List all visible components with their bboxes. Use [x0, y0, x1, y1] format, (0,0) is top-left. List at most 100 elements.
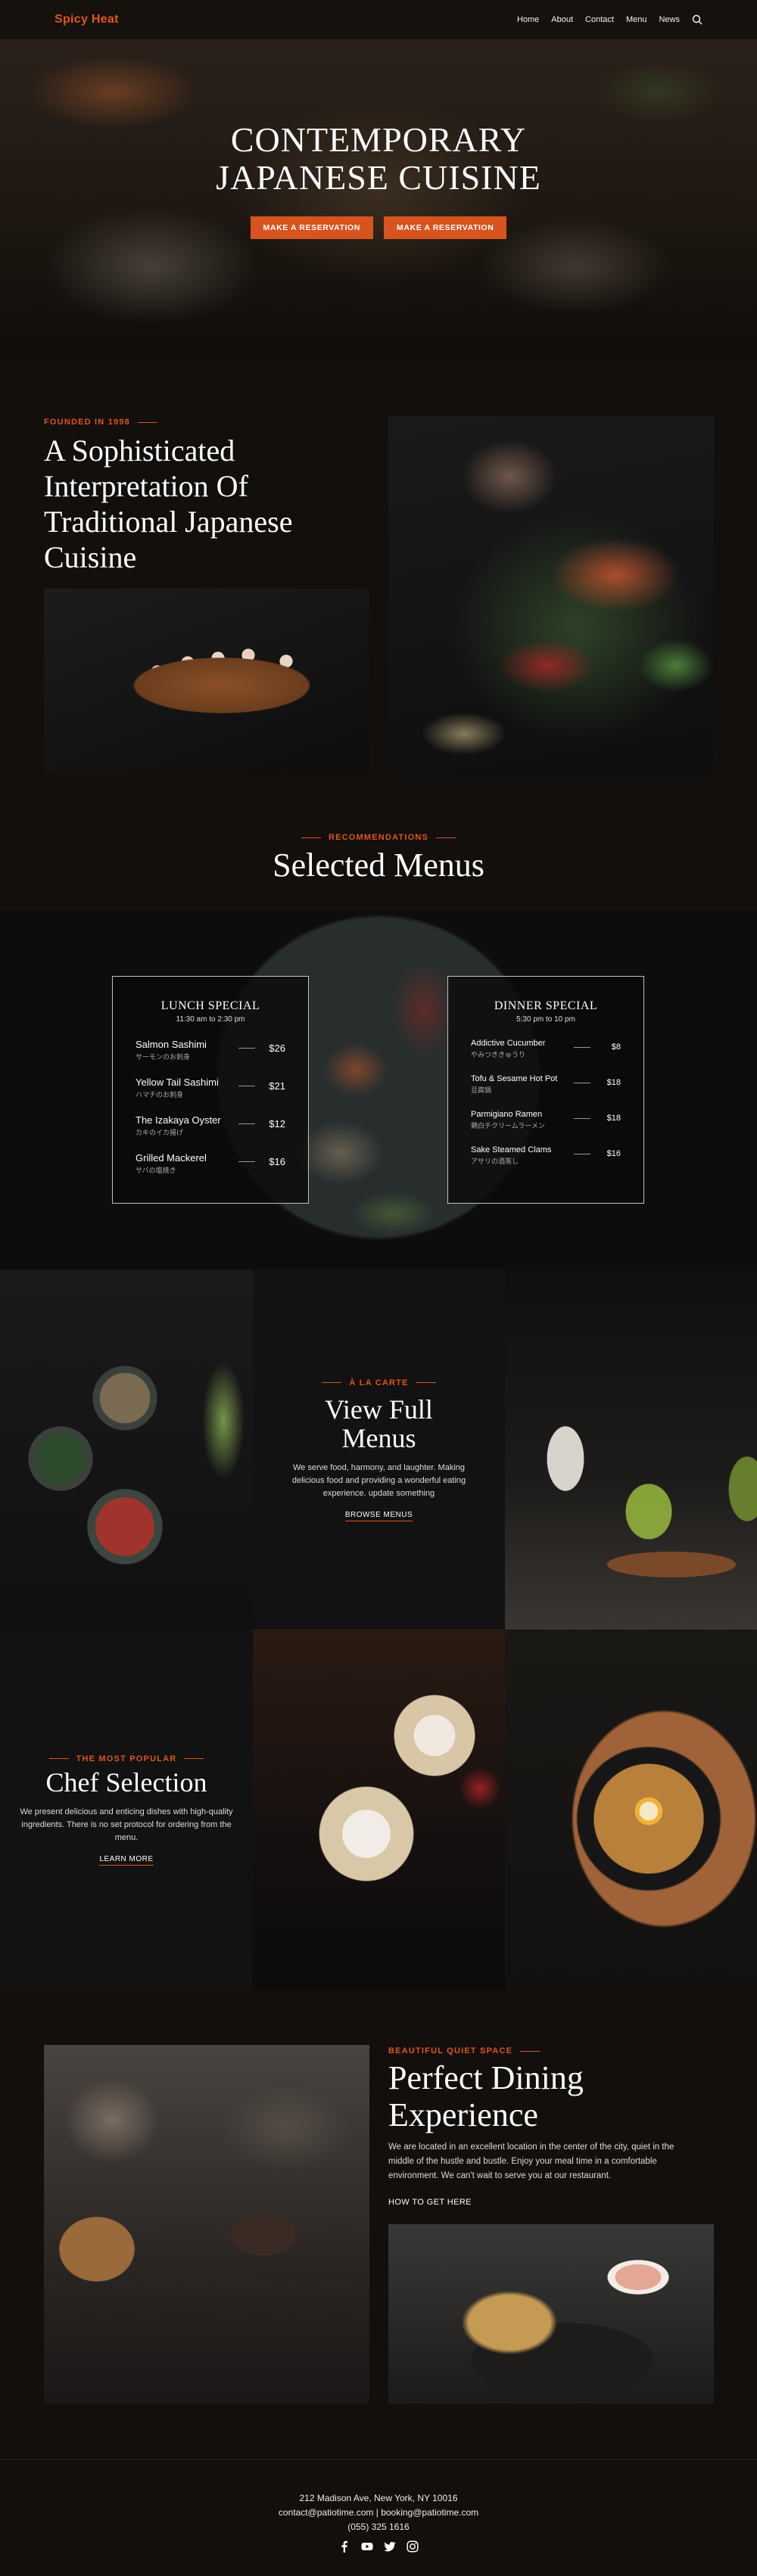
menu-item: Parmigiano Ramen 鶏白チクリームラーメン $18 — [471, 1110, 621, 1130]
menu-item: The Izakaya Oyster カキのイカ揚げ $12 — [136, 1114, 285, 1137]
lunch-special-card: LUNCH SPECIAL 11:30 am to 2:30 pm Salmon… — [112, 976, 309, 1204]
dining-title: Perfect Dining Experience — [388, 2059, 584, 2133]
learn-more-link[interactable]: LEARN MORE — [99, 1855, 154, 1866]
menu-item-subtitle: 豆腐鍋 — [471, 1086, 492, 1094]
condiment-bowls-photo — [0, 1269, 253, 1630]
selected-menus-band: LUNCH SPECIAL 11:30 am to 2:30 pm Salmon… — [0, 911, 757, 1269]
chef-eyebrow: THE MOST POPULAR — [48, 1754, 204, 1763]
menu-item-name: Sake Steamed Clams — [471, 1145, 552, 1154]
site-footer: 212 Madison Ave, New York, NY 10016 cont… — [0, 2459, 757, 2576]
menu-item-name: Parmigiano Ramen — [471, 1110, 543, 1119]
menu-item-subtitle: やみつききゅうり — [471, 1051, 526, 1058]
menu-item-name: Salmon Sashimi — [136, 1039, 207, 1050]
site-header: Spicy Heat Home About Contact Menu News — [0, 0, 757, 39]
sushi-roll-photo — [253, 1630, 505, 1990]
dinner-special-card: DINNER SPECIAL 5:30 pm to 10 pm Addictiv… — [447, 976, 644, 1204]
footer-phone: (055) 325 1616 — [347, 2522, 410, 2532]
facebook-icon[interactable] — [338, 2540, 350, 2553]
hero-title-line1: CONTEMPORARY — [230, 120, 527, 159]
menu-item-divider — [574, 1046, 590, 1048]
twitter-icon[interactable] — [384, 2540, 396, 2553]
footer-emails: contact@patiotime.com | booking@patiotim… — [278, 2507, 479, 2518]
menu-item: Grilled Mackerel サバの塩焼き $16 — [136, 1152, 285, 1175]
nav-contact[interactable]: Contact — [585, 15, 614, 24]
alacarte-description: We serve food, harmony, and laughter. Ma… — [291, 1462, 466, 1498]
eyebrow-line — [436, 837, 456, 838]
menu-item-price: $18 — [606, 1078, 621, 1087]
lunch-card-hours: 11:30 am to 2:30 pm — [176, 1015, 245, 1024]
eyebrow-line — [416, 1382, 436, 1383]
menu-item-price: $18 — [606, 1114, 621, 1123]
eyebrow-line — [322, 1382, 342, 1383]
alacarte-title: View Full Menus — [325, 1394, 433, 1453]
main-nav: Home About Contact Menu News — [517, 14, 702, 25]
menu-item-name: Tofu & Sesame Hot Pot — [471, 1074, 558, 1083]
nav-news[interactable]: News — [659, 15, 680, 24]
menu-item-price: $21 — [269, 1080, 285, 1092]
menu-item: Addictive Cucumber やみつききゅうり $8 — [471, 1039, 621, 1059]
ramen-bowl-photo — [505, 1630, 757, 1990]
alacarte-eyebrow-text: À LA CARTE — [349, 1378, 409, 1387]
nav-menu[interactable]: Menu — [626, 15, 647, 24]
instagram-icon[interactable] — [407, 2540, 419, 2553]
dining-table-photo — [44, 2045, 369, 2404]
alacarte-block: À LA CARTE View Full Menus We serve food… — [253, 1269, 505, 1630]
nav-about[interactable]: About — [551, 15, 573, 24]
menu-item-name: Grilled Mackerel — [136, 1152, 207, 1164]
menu-item-subtitle: サーモンのお刺身 — [136, 1053, 191, 1061]
eyebrow-line — [48, 1758, 69, 1759]
chef-title: Chef Selection — [45, 1767, 207, 1798]
menu-item: Yellow Tail Sashimi ハマチのお刺身 $21 — [136, 1077, 285, 1099]
menu-item-price: $16 — [269, 1156, 285, 1167]
chef-selection-block: THE MOST POPULAR Chef Selection We prese… — [0, 1630, 253, 1990]
matcha-drinks-photo — [505, 1269, 757, 1630]
eyebrow-line — [184, 1758, 204, 1759]
recommendations-eyebrow-text: RECOMMENDATIONS — [328, 833, 429, 842]
dinner-card-title: DINNER SPECIAL — [494, 999, 598, 1012]
social-links — [0, 2540, 757, 2553]
browse-menus-link[interactable]: BROWSE MENUS — [344, 1511, 413, 1521]
hero-section: CONTEMPORARY JAPANESE CUISINE MAKE A RES… — [0, 39, 757, 361]
sashimi-platter-photo — [388, 416, 714, 775]
chef-description: We present delicious and enticing dishes… — [20, 1807, 233, 1842]
menu-item-name: Yellow Tail Sashimi — [136, 1077, 219, 1088]
dining-description: We are located in an excellent location … — [388, 2143, 674, 2180]
menu-item-name: The Izakaya Oyster — [136, 1114, 221, 1126]
hero-title-line2: JAPANESE CUISINE — [216, 158, 541, 197]
reservation-button-2[interactable]: MAKE A RESERVATION — [384, 216, 507, 239]
eyebrow-line — [301, 837, 321, 838]
dining-eyebrow: BEAUTIFUL QUIET SPACE — [388, 2046, 540, 2056]
about-eyebrow: FOUNDED IN 1998 — [44, 418, 157, 427]
reservation-button-1[interactable]: MAKE A RESERVATION — [250, 216, 373, 239]
how-to-get-here-link[interactable]: HOW TO GET HERE — [388, 2198, 472, 2207]
menu-item: Salmon Sashimi サーモンのお刺身 $26 — [136, 1039, 285, 1061]
youtube-icon[interactable] — [361, 2540, 373, 2553]
sushi-board-photo — [44, 589, 369, 774]
hero-title: CONTEMPORARY JAPANESE CUISINE — [0, 121, 757, 197]
menu-item-subtitle: カキのイカ揚げ — [136, 1129, 184, 1136]
nav-home[interactable]: Home — [517, 15, 539, 24]
hero-content: CONTEMPORARY JAPANESE CUISINE MAKE A RES… — [0, 121, 757, 239]
lunch-card-title: LUNCH SPECIAL — [160, 999, 260, 1012]
menu-item-subtitle: アサリの酒蒸し — [471, 1157, 519, 1165]
dinner-card-hours: 5:30 pm to 10 pm — [516, 1015, 575, 1024]
about-eyebrow-text: FOUNDED IN 1998 — [44, 418, 130, 427]
chef-eyebrow-text: THE MOST POPULAR — [76, 1754, 177, 1763]
menu-item-subtitle: ハマチのお刺身 — [136, 1091, 184, 1098]
eyebrow-line — [137, 421, 157, 423]
menu-item-price: $16 — [606, 1149, 621, 1158]
menu-item-divider — [574, 1117, 590, 1119]
menu-item-name: Addictive Cucumber — [471, 1039, 546, 1048]
menu-item: Tofu & Sesame Hot Pot 豆腐鍋 $18 — [471, 1074, 621, 1095]
menu-item-divider — [238, 1048, 255, 1049]
recommendations-title: Selected Menus — [273, 847, 484, 884]
dining-eyebrow-text: BEAUTIFUL QUIET SPACE — [388, 2046, 513, 2056]
tempura-dish-photo — [388, 2224, 714, 2404]
site-logo[interactable]: Spicy Heat — [55, 13, 119, 26]
search-icon[interactable] — [692, 14, 702, 25]
menu-item-divider — [238, 1161, 255, 1162]
menu-item-price: $26 — [269, 1043, 285, 1054]
menu-item: Sake Steamed Clams アサリの酒蒸し $16 — [471, 1145, 621, 1166]
footer-address: 212 Madison Ave, New York, NY 10016 — [299, 2493, 458, 2503]
menu-item-price: $12 — [269, 1118, 285, 1130]
